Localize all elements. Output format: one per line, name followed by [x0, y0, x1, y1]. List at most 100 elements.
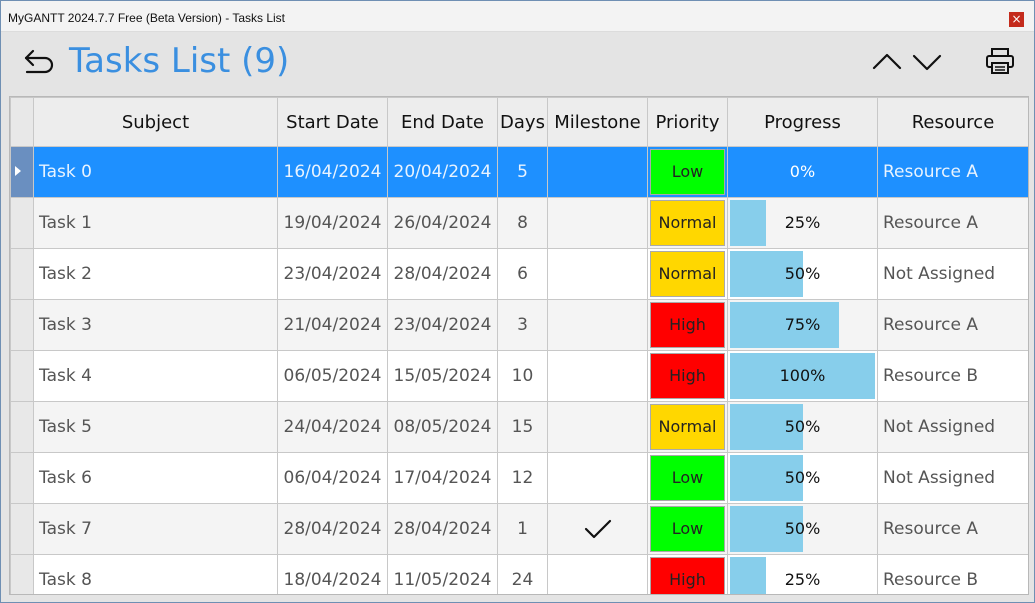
cell-milestone[interactable] — [547, 401, 648, 453]
cell-subject[interactable]: Task 3 — [33, 299, 278, 351]
cell-days[interactable]: 5 — [497, 146, 548, 198]
table-row[interactable]: Task 7 28/04/2024 28/04/2024 1 Low 50% Resourc… — [10, 503, 1028, 555]
cell-priority[interactable]: Normal — [647, 197, 728, 249]
column-header-priority[interactable]: Priority — [647, 97, 728, 147]
move-up-button[interactable] — [871, 50, 903, 72]
cell-days[interactable]: 12 — [497, 452, 548, 504]
close-button[interactable]: × — [1009, 12, 1024, 27]
cell-progress[interactable]: 50% — [727, 248, 878, 300]
column-header-milestone[interactable]: Milestone — [547, 97, 648, 147]
cell-resource[interactable]: Not Assigned — [877, 452, 1028, 504]
cell-days[interactable]: 8 — [497, 197, 548, 249]
table-row[interactable]: Task 3 21/04/2024 23/04/2024 3 High 75% Resour… — [10, 299, 1028, 351]
cell-resource[interactable]: Resource A — [877, 299, 1028, 351]
cell-start-date[interactable]: 16/04/2024 — [277, 146, 388, 198]
table-row[interactable]: Task 4 06/05/2024 15/05/2024 10 High 100% Reso… — [10, 350, 1028, 402]
cell-resource[interactable]: Resource A — [877, 503, 1028, 555]
cell-resource[interactable]: Not Assigned — [877, 401, 1028, 453]
cell-subject[interactable]: Task 7 — [33, 503, 278, 555]
cell-end-date[interactable]: 28/04/2024 — [387, 503, 498, 555]
cell-days[interactable]: 15 — [497, 401, 548, 453]
print-button[interactable] — [984, 46, 1016, 76]
cell-resource[interactable]: Resource A — [877, 197, 1028, 249]
cell-progress[interactable]: 50% — [727, 452, 878, 504]
cell-end-date[interactable]: 26/04/2024 — [387, 197, 498, 249]
column-header-subject[interactable]: Subject — [33, 97, 278, 147]
cell-subject[interactable]: Task 8 — [33, 554, 278, 594]
cell-priority[interactable]: Low — [647, 452, 728, 504]
cell-subject[interactable]: Task 1 — [33, 197, 278, 249]
cell-start-date[interactable]: 06/04/2024 — [277, 452, 388, 504]
row-selector[interactable] — [10, 299, 34, 351]
back-button[interactable] — [23, 47, 57, 77]
cell-priority[interactable]: High — [647, 554, 728, 594]
cell-priority[interactable]: Low — [647, 503, 728, 555]
cell-priority[interactable]: Low — [647, 146, 728, 198]
cell-end-date[interactable]: 23/04/2024 — [387, 299, 498, 351]
cell-progress[interactable]: 25% — [727, 554, 878, 594]
row-selector[interactable] — [10, 350, 34, 402]
cell-days[interactable]: 10 — [497, 350, 548, 402]
cell-days[interactable]: 6 — [497, 248, 548, 300]
cell-start-date[interactable]: 18/04/2024 — [277, 554, 388, 594]
table-row[interactable]: Task 5 24/04/2024 08/05/2024 15 Normal 50% Not… — [10, 401, 1028, 453]
cell-start-date[interactable]: 21/04/2024 — [277, 299, 388, 351]
cell-milestone[interactable] — [547, 503, 648, 555]
cell-milestone[interactable] — [547, 299, 648, 351]
table-row[interactable]: Task 1 19/04/2024 26/04/2024 8 Normal 25% Reso… — [10, 197, 1028, 249]
move-down-button[interactable] — [911, 52, 943, 74]
cell-subject[interactable]: Task 4 — [33, 350, 278, 402]
cell-resource[interactable]: Resource A — [877, 146, 1028, 198]
cell-milestone[interactable] — [547, 248, 648, 300]
cell-priority[interactable]: Normal — [647, 248, 728, 300]
cell-milestone[interactable] — [547, 197, 648, 249]
cell-priority[interactable]: High — [647, 350, 728, 402]
column-header-days[interactable]: Days — [497, 97, 548, 147]
cell-progress[interactable]: 100% — [727, 350, 878, 402]
cell-progress[interactable]: 0% — [727, 146, 878, 198]
table-row[interactable]: Task 0 16/04/2024 20/04/2024 5 Low 0% Resource… — [10, 146, 1028, 198]
cell-resource[interactable]: Resource B — [877, 350, 1028, 402]
cell-priority[interactable]: High — [647, 299, 728, 351]
cell-milestone[interactable] — [547, 554, 648, 594]
cell-start-date[interactable]: 24/04/2024 — [277, 401, 388, 453]
cell-progress[interactable]: 25% — [727, 197, 878, 249]
cell-subject[interactable]: Task 0 — [33, 146, 278, 198]
cell-milestone[interactable] — [547, 146, 648, 198]
cell-end-date[interactable]: 17/04/2024 — [387, 452, 498, 504]
cell-milestone[interactable] — [547, 452, 648, 504]
cell-end-date[interactable]: 20/04/2024 — [387, 146, 498, 198]
column-header-progress[interactable]: Progress — [727, 97, 878, 147]
column-header-end-date[interactable]: End Date — [387, 97, 498, 147]
row-selector[interactable] — [10, 554, 34, 594]
cell-progress[interactable]: 50% — [727, 503, 878, 555]
cell-start-date[interactable]: 23/04/2024 — [277, 248, 388, 300]
cell-days[interactable]: 1 — [497, 503, 548, 555]
row-selector[interactable] — [10, 401, 34, 453]
column-header-start-date[interactable]: Start Date — [277, 97, 388, 147]
row-selector[interactable] — [10, 452, 34, 504]
cell-resource[interactable]: Not Assigned — [877, 248, 1028, 300]
table-row[interactable]: Task 6 06/04/2024 17/04/2024 12 Low 50% Not As… — [10, 452, 1028, 504]
row-selector[interactable] — [10, 197, 34, 249]
cell-progress[interactable]: 50% — [727, 401, 878, 453]
table-row[interactable]: Task 2 23/04/2024 28/04/2024 6 Normal 50% Not … — [10, 248, 1028, 300]
cell-end-date[interactable]: 28/04/2024 — [387, 248, 498, 300]
table-row[interactable]: Task 8 18/04/2024 11/05/2024 24 High 25% Resou… — [10, 554, 1028, 594]
column-header-resource[interactable]: Resource — [877, 97, 1028, 147]
cell-start-date[interactable]: 28/04/2024 — [277, 503, 388, 555]
cell-end-date[interactable]: 15/05/2024 — [387, 350, 498, 402]
cell-priority[interactable]: Normal — [647, 401, 728, 453]
cell-days[interactable]: 24 — [497, 554, 548, 594]
cell-start-date[interactable]: 19/04/2024 — [277, 197, 388, 249]
cell-start-date[interactable]: 06/05/2024 — [277, 350, 388, 402]
cell-resource[interactable]: Resource B — [877, 554, 1028, 594]
cell-subject[interactable]: Task 6 — [33, 452, 278, 504]
row-selector[interactable] — [10, 146, 34, 198]
cell-end-date[interactable]: 11/05/2024 — [387, 554, 498, 594]
cell-end-date[interactable]: 08/05/2024 — [387, 401, 498, 453]
cell-subject[interactable]: Task 5 — [33, 401, 278, 453]
cell-progress[interactable]: 75% — [727, 299, 878, 351]
row-selector[interactable] — [10, 503, 34, 555]
row-selector[interactable] — [10, 248, 34, 300]
